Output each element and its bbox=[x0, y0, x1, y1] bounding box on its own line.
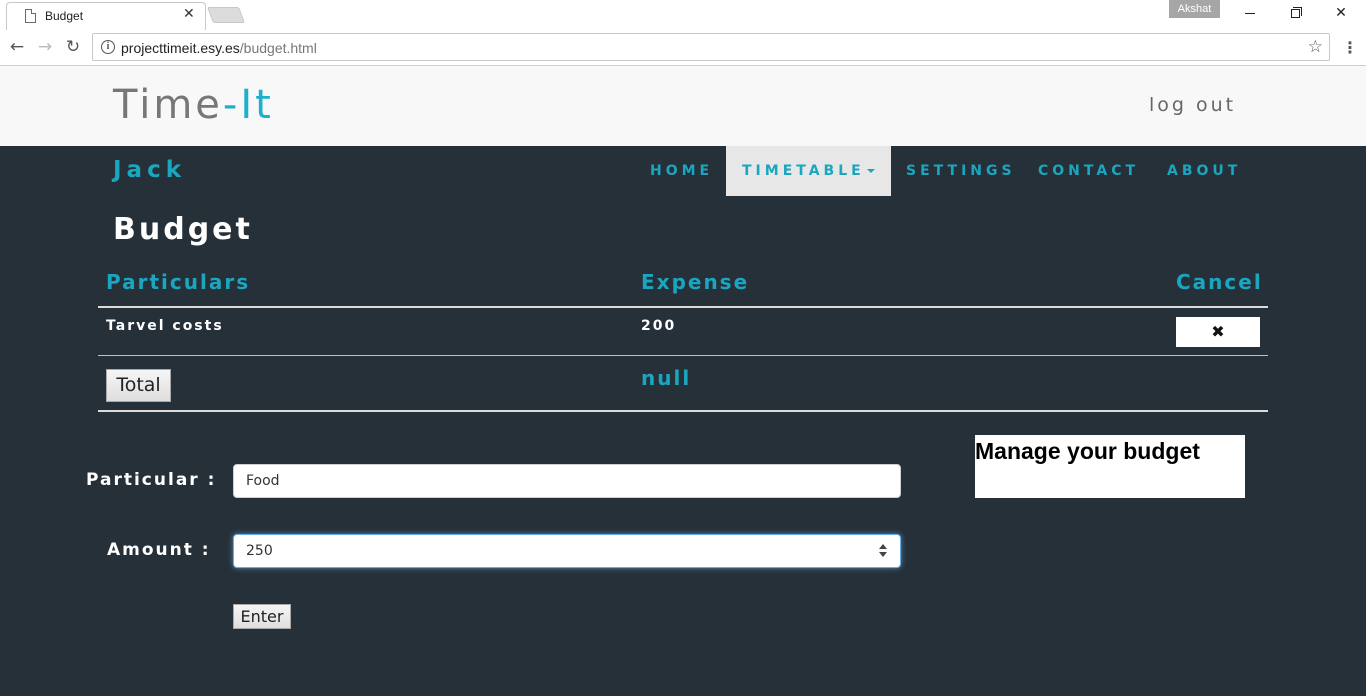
browser-menu-icon[interactable]: ⋮ bbox=[1342, 38, 1358, 58]
logout-link[interactable]: log out bbox=[1149, 94, 1236, 116]
row-particular: Tarvel costs bbox=[106, 318, 224, 334]
nav-about[interactable]: ABOUT bbox=[1167, 146, 1241, 196]
row-expense: 200 bbox=[641, 318, 677, 334]
column-header-cancel: Cancel bbox=[1176, 270, 1263, 294]
column-header-particulars: Particulars bbox=[106, 270, 251, 294]
maximize-button[interactable] bbox=[1280, 3, 1310, 23]
restore-icon-front bbox=[1291, 9, 1300, 18]
column-header-expense: Expense bbox=[641, 270, 750, 294]
site-logo[interactable]: Time-It bbox=[113, 82, 274, 128]
document-icon bbox=[25, 9, 36, 23]
reload-icon[interactable]: ↻ bbox=[62, 36, 84, 58]
table-divider bbox=[98, 306, 1268, 308]
browser-tabstrip: Budget ✕ Akshat ✕ bbox=[0, 0, 1366, 30]
address-bar[interactable]: i projecttimeit.esy.es/budget.html ☆ bbox=[92, 33, 1330, 61]
tab-close-icon[interactable]: ✕ bbox=[183, 6, 195, 22]
caret-down-icon bbox=[866, 169, 875, 173]
page-title: Budget bbox=[113, 212, 253, 247]
manage-budget-box: Manage your budget bbox=[975, 435, 1245, 498]
back-icon[interactable]: ← bbox=[6, 36, 28, 58]
user-name: Jack bbox=[113, 157, 187, 183]
profile-badge[interactable]: Akshat bbox=[1169, 0, 1220, 18]
minimize-icon bbox=[1245, 12, 1255, 14]
enter-button[interactable]: Enter bbox=[233, 604, 291, 629]
particular-input[interactable]: Food bbox=[233, 464, 901, 498]
particular-label: Particular : bbox=[86, 470, 217, 490]
nav-settings[interactable]: SETTINGS bbox=[906, 146, 1016, 196]
nav-contact[interactable]: CONTACT bbox=[1038, 146, 1139, 196]
table-divider bbox=[98, 355, 1268, 356]
bookmark-star-icon[interactable]: ☆ bbox=[1308, 37, 1323, 57]
amount-input[interactable]: 250 bbox=[233, 534, 901, 568]
new-tab-button[interactable] bbox=[207, 7, 245, 23]
manage-budget-text: Manage your budget bbox=[975, 438, 1200, 464]
minimize-button[interactable] bbox=[1235, 3, 1265, 23]
amount-label: Amount : bbox=[107, 540, 211, 560]
spinner-down-icon[interactable] bbox=[879, 552, 887, 557]
nav-home[interactable]: HOME bbox=[650, 146, 713, 196]
close-icon: ✖ bbox=[1211, 322, 1225, 341]
main-nav: Jack HOME TIMETABLE SETTINGS CONTACT ABO… bbox=[0, 146, 1366, 196]
total-button[interactable]: Total bbox=[106, 369, 171, 402]
nav-timetable-label: TIMETABLE bbox=[742, 163, 865, 179]
forward-icon[interactable]: → bbox=[34, 36, 56, 58]
browser-tab[interactable]: Budget ✕ bbox=[6, 2, 206, 30]
url-text[interactable]: projecttimeit.esy.es/budget.html bbox=[121, 40, 317, 56]
tab-title: Budget bbox=[45, 9, 84, 23]
logo-accent: -It bbox=[222, 82, 274, 128]
table-divider bbox=[98, 410, 1268, 412]
total-value: null bbox=[641, 366, 692, 390]
cancel-row-button[interactable]: ✖ bbox=[1176, 317, 1260, 347]
window-close-button[interactable]: ✕ bbox=[1326, 3, 1356, 23]
browser-toolbar: ← → ↻ i projecttimeit.esy.es/budget.html… bbox=[0, 30, 1366, 66]
info-icon[interactable]: i bbox=[101, 40, 115, 54]
url-path: /budget.html bbox=[239, 40, 317, 56]
amount-value: 250 bbox=[246, 543, 273, 559]
url-host: projecttimeit.esy.es bbox=[121, 40, 240, 56]
logo-main: Time bbox=[113, 82, 223, 128]
number-spinner[interactable] bbox=[878, 543, 888, 559]
window-close-icon: ✕ bbox=[1335, 5, 1347, 21]
nav-timetable[interactable]: TIMETABLE bbox=[726, 146, 891, 196]
spinner-up-icon[interactable] bbox=[879, 544, 887, 549]
site-header: Time-It log out bbox=[0, 66, 1366, 146]
